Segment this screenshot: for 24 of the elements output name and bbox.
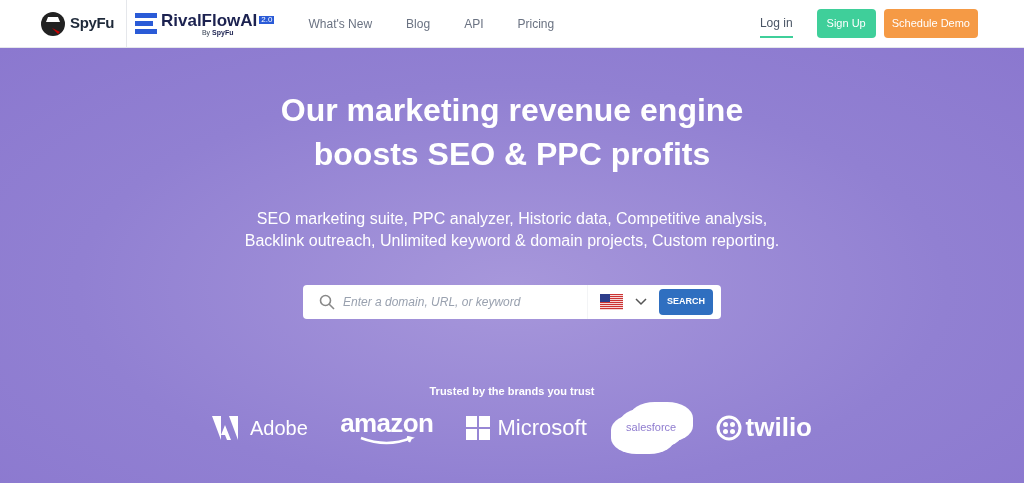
hero-title: Our marketing revenue engine boosts SEO & PPC profits (280, 91, 744, 174)
login-link[interactable]: Log in (759, 13, 793, 38)
nav-link[interactable]: API (464, 14, 484, 33)
brands-heading: Trusted by the brands you trust (429, 384, 595, 399)
chevron-down-icon (635, 298, 647, 306)
brand-name: Microsoft (497, 414, 587, 442)
country-dropdown[interactable] (587, 285, 659, 319)
brand-name: Adobe (250, 415, 308, 441)
four-dots-circle-icon (715, 414, 742, 441)
nav-link[interactable]: Pricing (517, 14, 555, 33)
flag-icon (600, 294, 623, 310)
stacked-bars-logo-icon (134, 12, 157, 35)
logo-text: SpyFu (70, 13, 114, 34)
nav-link[interactable]: Blog (406, 14, 431, 33)
nav-link[interactable]: What's New (308, 14, 373, 33)
version-badge: 2.0 (259, 15, 275, 24)
search-field[interactable]: Enter a domain, URL, or keyword (303, 285, 587, 319)
product-name: RivalFlowAI (160, 11, 258, 29)
search-icon (319, 294, 335, 310)
search-button[interactable]: SEARCH (659, 289, 713, 315)
brand-name: amazon (340, 409, 434, 436)
windows-grid-icon (465, 415, 490, 440)
hero-subtitle: SEO marketing suite, PPC analyzer, Historic data, Competitive analysis, Backlink outreach, Unlimited keyword & domain projects, Custom reporting. (243, 209, 781, 251)
brand-name: twilio (745, 411, 812, 444)
